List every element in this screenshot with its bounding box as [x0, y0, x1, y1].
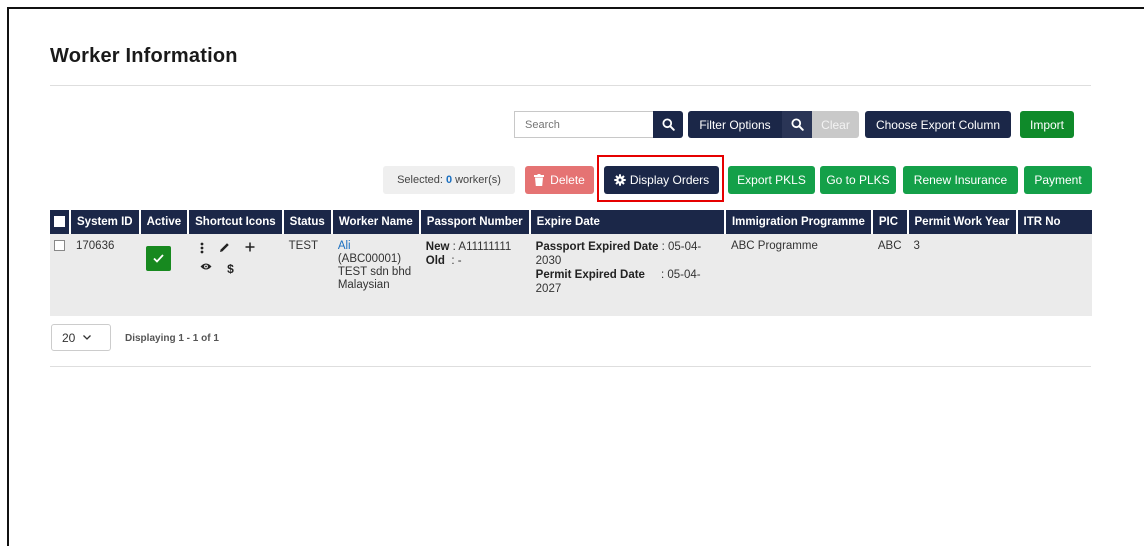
plus-icon[interactable]	[245, 242, 255, 254]
page-size-value: 20	[62, 330, 76, 345]
worker-name-cell: Ali (ABC00001) TEST sdn bhd Malaysian	[331, 234, 420, 316]
dollar-icon[interactable]: $	[227, 262, 234, 276]
col-expire-date[interactable]: Expire Date	[529, 210, 726, 234]
search-icon	[790, 118, 804, 131]
col-worker-name[interactable]: Worker Name	[331, 210, 421, 234]
worker-code: (ABC00001)	[337, 253, 402, 265]
payment-button[interactable]: Payment	[1024, 166, 1092, 194]
active-toggle-button[interactable]	[145, 246, 171, 271]
import-button[interactable]: Import	[1020, 111, 1074, 138]
choose-export-column-button[interactable]: Choose Export Column	[865, 111, 1011, 138]
export-pkls-button[interactable]: Export PKLS	[728, 166, 815, 194]
table-row: 170636 $ TEST Ali (ABC00001) TEST sdn bh…	[50, 234, 1092, 316]
immigration-programme-cell: ABC Programme	[724, 234, 872, 316]
system-id-cell: 170636	[70, 234, 140, 316]
renew-insurance-button[interactable]: Renew Insurance	[903, 166, 1018, 194]
pagination-info: Displaying 1 - 1 of 1	[125, 333, 219, 344]
expire-date-cell: Passport Expired Date : 05-04-2030 Permi…	[529, 234, 725, 316]
filter-options-button[interactable]: Filter Options	[688, 111, 782, 138]
bottom-divider	[50, 366, 1091, 367]
col-itr-no[interactable]: ITR No	[1016, 210, 1092, 234]
row-checkbox[interactable]	[54, 240, 65, 252]
selected-label: Selected:	[397, 174, 443, 186]
row-select-cell	[50, 234, 70, 316]
col-permit-work-year[interactable]: Permit Work Year	[907, 210, 1018, 234]
more-options-icon[interactable]	[200, 242, 204, 254]
table-header-row: System ID Active Shortcut Icons Status W…	[50, 210, 1092, 234]
pic-cell: ABC	[871, 234, 908, 316]
pencil-icon[interactable]	[219, 242, 230, 254]
select-all-checkbox[interactable]	[54, 216, 65, 228]
col-system-id[interactable]: System ID	[70, 210, 141, 234]
active-cell	[139, 234, 189, 316]
worker-table: System ID Active Shortcut Icons Status W…	[50, 210, 1092, 316]
selected-count: 0	[445, 174, 453, 186]
worker-nationality: Malaysian	[337, 279, 390, 291]
itr-no-cell	[1016, 234, 1092, 316]
search-icon	[661, 118, 675, 131]
page-size-select[interactable]: 20	[51, 324, 111, 351]
trash-icon	[534, 174, 545, 186]
col-immigration-programme[interactable]: Immigration Programme	[724, 210, 873, 234]
passport-number-cell: New : A11111111 Old : -	[419, 234, 530, 316]
col-active[interactable]: Active	[139, 210, 190, 234]
shortcut-icons-cell: $	[188, 234, 283, 316]
worker-company: TEST sdn bhd	[337, 266, 412, 278]
col-status[interactable]: Status	[282, 210, 333, 234]
eye-icon[interactable]	[200, 262, 212, 276]
selected-suffix: worker(s)	[455, 174, 501, 186]
permit-expired-label: Permit Expired Date	[535, 269, 645, 281]
display-orders-highlight	[597, 155, 724, 202]
filter-search-button[interactable]	[782, 111, 812, 138]
selected-workers-indicator: Selected: 0 worker(s)	[383, 166, 515, 194]
title-divider	[50, 85, 1091, 86]
check-icon	[152, 254, 164, 263]
delete-label: Delete	[550, 173, 585, 187]
passport-new-label: New	[425, 241, 450, 253]
passport-old-value: : -	[451, 255, 462, 267]
passport-old-label: Old	[425, 255, 445, 267]
col-pic[interactable]: PIC	[871, 210, 909, 234]
chevron-down-icon	[83, 335, 92, 340]
worker-name-link[interactable]: Ali	[338, 240, 351, 252]
select-all-cell	[50, 210, 71, 234]
col-shortcut-icons: Shortcut Icons	[188, 210, 284, 234]
col-passport-number[interactable]: Passport Number	[419, 210, 531, 234]
passport-expired-label: Passport Expired Date	[535, 241, 659, 253]
status-cell: TEST	[282, 234, 332, 316]
permit-work-year-cell: 3	[907, 234, 1017, 316]
go-to-plks-button[interactable]: Go to PLKS	[820, 166, 896, 194]
delete-button[interactable]: Delete	[525, 166, 594, 194]
clear-button[interactable]: Clear	[812, 111, 859, 138]
page-title: Worker Information	[50, 45, 238, 67]
passport-new-value: : A11111111	[452, 241, 512, 253]
search-input[interactable]	[514, 111, 653, 138]
search-button[interactable]	[653, 111, 683, 138]
